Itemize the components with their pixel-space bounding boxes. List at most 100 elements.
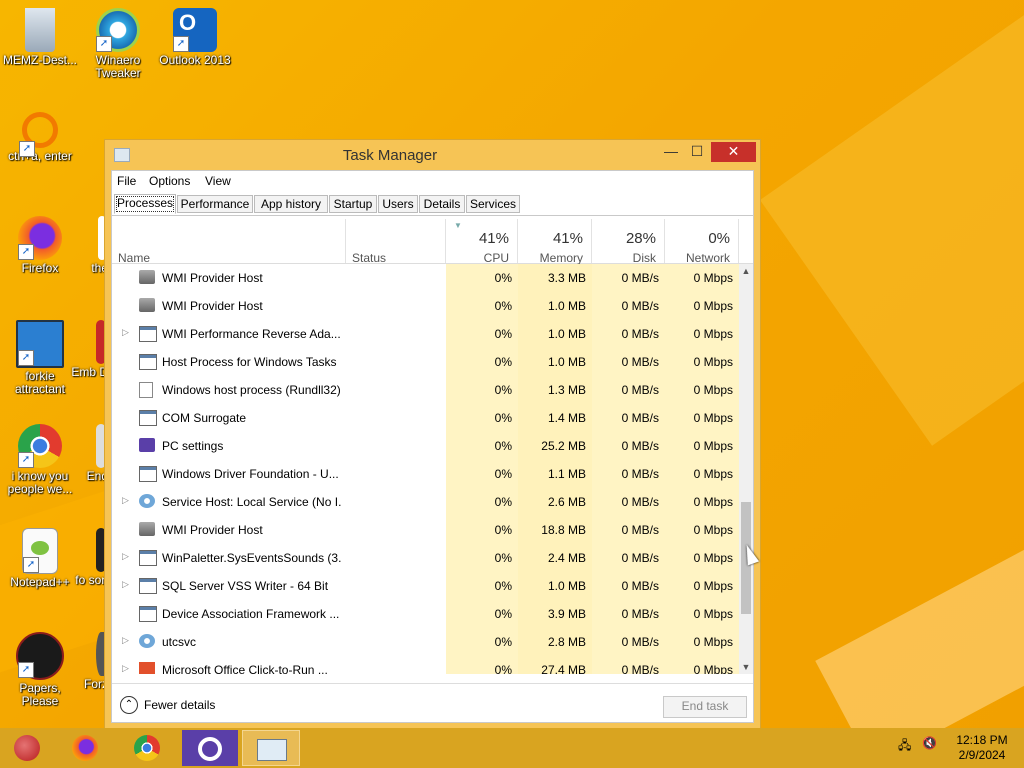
expand-chevron-icon[interactable]: ▷ [122, 551, 129, 562]
desktop-icon-memz[interactable]: MEMZ-Dest... [0, 8, 80, 67]
volume-muted-icon[interactable]: 🔇 [922, 736, 937, 750]
desktop-icon-label: Winaero Tweaker [95, 53, 141, 80]
desktop-icon-label: forkie attractant [14, 369, 66, 396]
cpu-label: CPU [483, 251, 509, 265]
outlook-icon: O ➚ [173, 8, 217, 52]
desktop-icon-label: Notepad++ [10, 575, 70, 589]
process-disk: 0 MB/s [621, 607, 659, 621]
desktop-icon-winaero[interactable]: ➚ Winaero Tweaker [78, 8, 158, 80]
desktop-icon-label: Outlook 2013 [159, 53, 231, 67]
tab-processes[interactable]: Processes [114, 194, 176, 214]
column-status[interactable]: Status [346, 219, 446, 265]
expand-chevron-icon[interactable]: ▷ [122, 635, 129, 646]
column-disk[interactable]: 28% Disk [592, 219, 665, 265]
column-name[interactable]: Name [112, 219, 346, 265]
menu-options[interactable]: Options [149, 174, 190, 188]
process-cpu: 0% [494, 439, 512, 453]
maximize-button[interactable]: ☐ [684, 142, 710, 162]
process-disk: 0 MB/s [621, 327, 659, 341]
office-icon [139, 662, 155, 674]
process-row[interactable]: ▷ utcsvc 0% 2.8 MB 0 MB/s 0 Mbps [112, 628, 739, 656]
column-memory[interactable]: 41% Memory [518, 219, 592, 265]
process-row[interactable]: Windows Driver Foundation - U... 0% 1.1 MB… [112, 460, 739, 488]
scroll-down-icon[interactable]: ▼ [739, 660, 753, 674]
menu-view[interactable]: View [205, 174, 231, 188]
process-cpu: 0% [494, 663, 512, 674]
process-network: 0 Mbps [693, 635, 733, 649]
column-cpu[interactable]: ▼ 41% CPU [446, 219, 518, 265]
process-row[interactable]: Host Process for Windows Tasks 0% 1.0 MB 0 … [112, 348, 739, 376]
expand-chevron-icon[interactable]: ▷ [122, 495, 129, 506]
process-disk: 0 MB/s [621, 523, 659, 537]
task-manager-client: File Options View Processes Performance … [111, 170, 754, 723]
scroll-up-icon[interactable]: ▲ [739, 264, 753, 278]
tab-services[interactable]: Services [466, 195, 520, 213]
chevron-up-icon[interactable]: ⌃ [120, 696, 138, 714]
process-network: 0 Mbps [693, 383, 733, 397]
expand-chevron-icon[interactable]: ▷ [122, 579, 129, 590]
desktop-icon-partial[interactable]: Forz [68, 632, 108, 691]
taskbar-chrome[interactable] [122, 730, 172, 766]
tab-app-history[interactable]: App history [254, 195, 328, 213]
menu-bar: File Options View [112, 171, 753, 191]
expand-chevron-icon[interactable]: ▷ [122, 663, 129, 674]
process-row[interactable]: Device Association Framework ... 0% 3.9 MB… [112, 600, 739, 628]
footer-bar: ⌃ Fewer details End task [112, 683, 753, 724]
process-network: 0 Mbps [693, 579, 733, 593]
expand-chevron-icon[interactable]: ▷ [122, 327, 129, 338]
network-icon[interactable]: 🖧 [898, 736, 911, 757]
tab-users[interactable]: Users [378, 195, 418, 213]
process-row[interactable]: WMI Provider Host 0% 3.3 MB 0 MB/s 0 Mbps [112, 264, 739, 292]
desktop-icon-partial[interactable]: Emb D [68, 320, 108, 379]
menu-file[interactable]: File [117, 174, 136, 188]
process-cpu: 0% [494, 411, 512, 425]
window-icon [139, 354, 157, 370]
process-disk: 0 MB/s [621, 383, 659, 397]
process-row[interactable]: ▷ Service Host: Local Service (No I... 0% 2… [112, 488, 739, 516]
process-memory: 1.4 MB [547, 411, 586, 425]
process-row[interactable]: WMI Provider Host 0% 18.8 MB 0 MB/s 0 Mbps [112, 516, 739, 544]
desktop-icon-partial[interactable]: End [68, 424, 108, 483]
fewer-details-link[interactable]: Fewer details [144, 698, 215, 712]
close-button[interactable]: ✕ [711, 142, 756, 162]
process-cpu: 0% [494, 523, 512, 537]
process-row[interactable]: PC settings 0% 25.2 MB 0 MB/s 0 Mbps [112, 432, 739, 460]
process-name: utcsvc [162, 635, 197, 649]
process-row[interactable]: ▷ WMI Performance Reverse Ada... 0% 1.0 MB 0… [112, 320, 739, 348]
process-row[interactable]: ▷ Microsoft Office Click-to-Run ... 0% 27.4… [112, 656, 739, 674]
process-name: Windows host process (Rundll32) [162, 383, 341, 397]
process-name: WMI Provider Host [162, 299, 263, 313]
process-disk: 0 MB/s [621, 299, 659, 313]
taskbar-firefox[interactable] [60, 730, 110, 766]
desktop-icon-ctrl-a[interactable]: ➚ ctrl+a, enter [0, 112, 80, 163]
desktop-icon-label: ctrl+a, enter [8, 149, 72, 163]
process-cpu: 0% [494, 551, 512, 565]
shortcut-arrow-icon: ➚ [18, 244, 34, 260]
process-row[interactable]: Windows host process (Rundll32) 0% 1.3 MB 0… [112, 376, 739, 404]
process-memory: 25.2 MB [541, 439, 586, 453]
desktop-icon-outlook[interactable]: O ➚ Outlook 2013 [155, 8, 235, 67]
clock-date: 2/9/2024 [958, 748, 1006, 762]
wmi-icon [139, 298, 155, 312]
process-name: Microsoft Office Click-to-Run ... [162, 663, 328, 674]
process-memory: 1.1 MB [547, 467, 586, 481]
minimize-button[interactable]: — [658, 142, 684, 162]
process-row[interactable]: COM Surrogate 0% 1.4 MB 0 MB/s 0 Mbps [112, 404, 739, 432]
column-network[interactable]: 0% Network [665, 219, 739, 265]
tab-details[interactable]: Details [419, 195, 465, 213]
tab-performance[interactable]: Performance [177, 195, 253, 213]
process-name: Service Host: Local Service (No I... [162, 495, 342, 509]
tab-startup[interactable]: Startup [329, 195, 377, 213]
taskbar-task-manager[interactable] [242, 730, 300, 766]
clock[interactable]: 12:18 PM 2/9/2024 [950, 733, 1014, 763]
desktop-icon-partial[interactable]: the [68, 216, 108, 275]
process-row[interactable]: ▷ SQL Server VSS Writer - 64 Bit 0% 1.0 MB 0… [112, 572, 739, 600]
taskbar-pc-settings[interactable] [182, 730, 238, 766]
title-bar[interactable]: Task Manager — ☐ ✕ [105, 140, 760, 170]
process-row[interactable]: WMI Provider Host 0% 1.0 MB 0 MB/s 0 Mbps [112, 292, 739, 320]
end-task-button[interactable]: End task [663, 696, 747, 718]
taskbar-ornament[interactable] [2, 730, 52, 766]
desktop-icon-partial[interactable]: fo son [68, 528, 108, 587]
process-row[interactable]: ▷ WinPaletter.SysEventsSounds (3... 0% 2.4 … [112, 544, 739, 572]
vertical-scrollbar[interactable]: ▲ ▼ [739, 264, 753, 674]
